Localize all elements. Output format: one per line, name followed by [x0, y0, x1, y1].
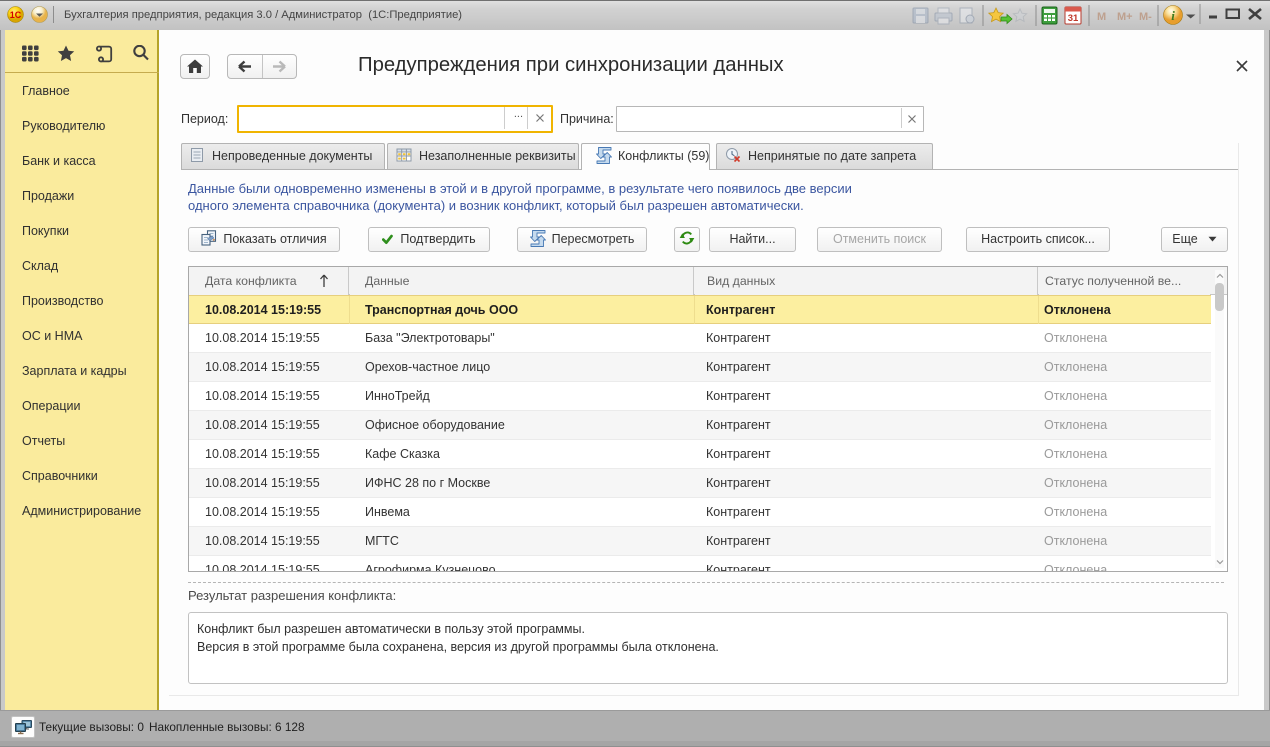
svg-text:M-: M- [1139, 11, 1152, 23]
svg-text:i: i [1171, 8, 1175, 23]
svg-text:31: 31 [1068, 13, 1079, 24]
svg-text:M+: M+ [1117, 11, 1133, 23]
svg-text:M: M [1097, 11, 1106, 23]
svg-text:1С: 1С [10, 10, 22, 20]
